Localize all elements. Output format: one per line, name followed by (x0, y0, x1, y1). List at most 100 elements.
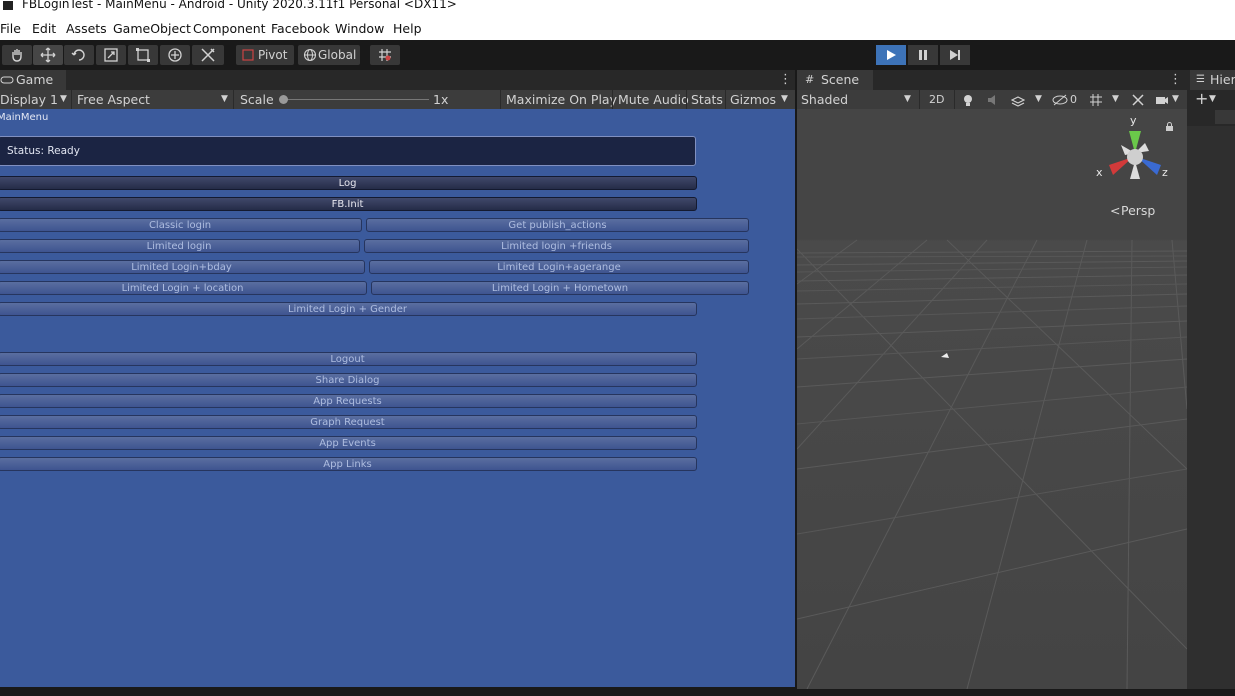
menu-facebook[interactable]: Facebook (271, 21, 330, 36)
persp-arrow-icon: < (1110, 203, 1121, 218)
game-tab-bar: Game ⋮ (0, 70, 795, 90)
rect-icon (136, 48, 150, 62)
logout-button[interactable]: Logout (0, 352, 697, 366)
menu-window[interactable]: Window (335, 21, 384, 36)
graph-request-button[interactable]: Graph Request (0, 415, 697, 429)
transform-icon (168, 48, 182, 62)
limited-login-location-button[interactable]: Limited Login + location (0, 281, 367, 295)
camera-icon[interactable] (1155, 94, 1169, 106)
hidden-count: 0 (1070, 93, 1077, 106)
app-events-button[interactable]: App Events (0, 436, 697, 450)
get-publish-actions-button[interactable]: Get publish_actions (366, 218, 749, 232)
main-toolbar: Pivot Global (0, 40, 1235, 70)
play-button[interactable] (876, 45, 906, 65)
menu-help[interactable]: Help (393, 21, 422, 36)
limited-login-hometown-button[interactable]: Limited Login + Hometown (371, 281, 749, 295)
scene-grid-icon: # (805, 73, 815, 86)
orientation-gizmo[interactable] (1095, 117, 1175, 197)
pivot-label: Pivot (258, 48, 288, 62)
aspect-select[interactable]: Free Aspect (77, 90, 150, 109)
scene-toolbar: Shaded ▼ 2D ▼ 0 ▼ ▼ (797, 90, 1187, 109)
pause-button[interactable] (908, 45, 938, 65)
aspect-dropdown-arrow-icon[interactable]: ▼ (221, 90, 228, 109)
app-links-button[interactable]: App Links (0, 457, 697, 471)
tools-icon[interactable] (1131, 93, 1145, 107)
menu-assets[interactable]: Assets (66, 21, 107, 36)
global-toggle[interactable]: Global (298, 45, 360, 65)
gizmos-toggle[interactable]: Gizmos (730, 90, 776, 109)
limited-login-bday-button[interactable]: Limited Login+bday (0, 260, 365, 274)
axis-y-label: y (1130, 114, 1137, 127)
scale-label: Scale (240, 92, 274, 107)
game-view: MainMenu Status: Ready Log FB.Init Class… (0, 109, 795, 687)
maximize-on-play-toggle[interactable]: Maximize On Play (506, 90, 617, 109)
classic-login-button[interactable]: Classic login (0, 218, 362, 232)
limited-login-agerange-button[interactable]: Limited Login+agerange (369, 260, 749, 274)
scene-panel-menu-icon[interactable]: ⋮ (1169, 72, 1182, 87)
unity-app-icon (3, 1, 13, 10)
lock-icon[interactable] (1165, 122, 1174, 132)
lighting-icon[interactable] (961, 93, 975, 107)
scale-tool-button[interactable] (96, 45, 126, 65)
limited-login-friends-button[interactable]: Limited login +friends (364, 239, 749, 253)
hidden-eye-icon[interactable] (1052, 93, 1068, 107)
move-tool-button[interactable] (33, 45, 63, 65)
menu-component[interactable]: Component (193, 21, 266, 36)
game-toolbar: Display 1 ▼ Free Aspect ▼ Scale 1x Maxim… (0, 90, 795, 109)
menu-gameobject[interactable]: GameObject (113, 21, 191, 36)
share-dialog-button[interactable]: Share Dialog (0, 373, 697, 387)
2d-toggle[interactable]: 2D (929, 90, 944, 109)
axis-z-label: z (1162, 166, 1168, 179)
pivot-toggle[interactable]: Pivot (236, 45, 294, 65)
menu-file[interactable]: File (0, 21, 21, 36)
scene-tab-label: Scene (821, 72, 860, 87)
effects-dropdown-arrow-icon[interactable]: ▼ (1035, 90, 1042, 109)
transform-tool-button[interactable] (160, 45, 190, 65)
gizmos-dropdown-arrow-icon[interactable]: ▼ (781, 90, 788, 109)
scene-view[interactable]: y x z < Persp (797, 109, 1187, 689)
display-dropdown-arrow-icon[interactable]: ▼ (60, 90, 67, 109)
grid-snap-button[interactable] (370, 45, 400, 65)
shading-mode-select[interactable]: Shaded (801, 90, 848, 109)
move-icon (40, 47, 56, 63)
audio-icon[interactable] (986, 93, 1000, 107)
hand-tool-button[interactable] (2, 45, 32, 65)
axis-x-label: x (1096, 166, 1103, 179)
stats-toggle[interactable]: Stats (691, 90, 723, 109)
scene-tab-bar: # Scene ⋮ (797, 70, 1187, 90)
scene-camera-gizmo[interactable] (941, 353, 949, 358)
log-button[interactable]: Log (0, 176, 697, 190)
rect-tool-button[interactable] (128, 45, 158, 65)
scale-slider-track[interactable] (283, 99, 429, 100)
app-requests-button[interactable]: App Requests (0, 394, 697, 408)
pause-icon (919, 50, 927, 60)
limited-login-button[interactable]: Limited login (0, 239, 360, 253)
hierarchy-search-field[interactable] (1215, 110, 1235, 124)
mute-audio-toggle[interactable]: Mute Audio (618, 90, 689, 109)
add-icon[interactable]: + (1195, 90, 1208, 108)
step-button[interactable] (940, 45, 970, 65)
grid-dropdown-arrow-icon[interactable]: ▼ (1112, 90, 1119, 109)
shading-dropdown-arrow-icon[interactable]: ▼ (904, 90, 911, 109)
fb-init-button[interactable]: FB.Init (0, 197, 697, 211)
custom-tool-button[interactable] (192, 45, 224, 65)
menu-edit[interactable]: Edit (32, 21, 56, 36)
persp-label[interactable]: Persp (1121, 203, 1155, 218)
tab-game[interactable]: Game (0, 70, 66, 90)
tab-scene[interactable]: # Scene (797, 70, 873, 90)
hierarchy-list[interactable] (1187, 126, 1235, 690)
display-select[interactable]: Display 1 (0, 90, 58, 109)
scale-icon (104, 48, 118, 62)
effects-icon[interactable] (1011, 93, 1025, 107)
tab-hierarchy[interactable]: ☰ Hier (1190, 70, 1235, 90)
grid-icon[interactable] (1089, 93, 1103, 107)
limited-login-gender-button[interactable]: Limited Login + Gender (0, 302, 697, 316)
window-title-bar: FBLoginTest - MainMenu - Android - Unity… (0, 0, 1235, 15)
camera-dropdown-arrow-icon[interactable]: ▼ (1172, 90, 1179, 109)
game-panel-menu-icon[interactable]: ⋮ (779, 72, 792, 87)
add-dropdown-arrow-icon[interactable]: ▼ (1209, 94, 1216, 104)
gamepad-icon (0, 76, 14, 84)
scale-slider-thumb[interactable] (279, 95, 288, 104)
rotate-tool-button[interactable] (64, 45, 94, 65)
hierarchy-panel: + ▼ (1187, 90, 1235, 690)
